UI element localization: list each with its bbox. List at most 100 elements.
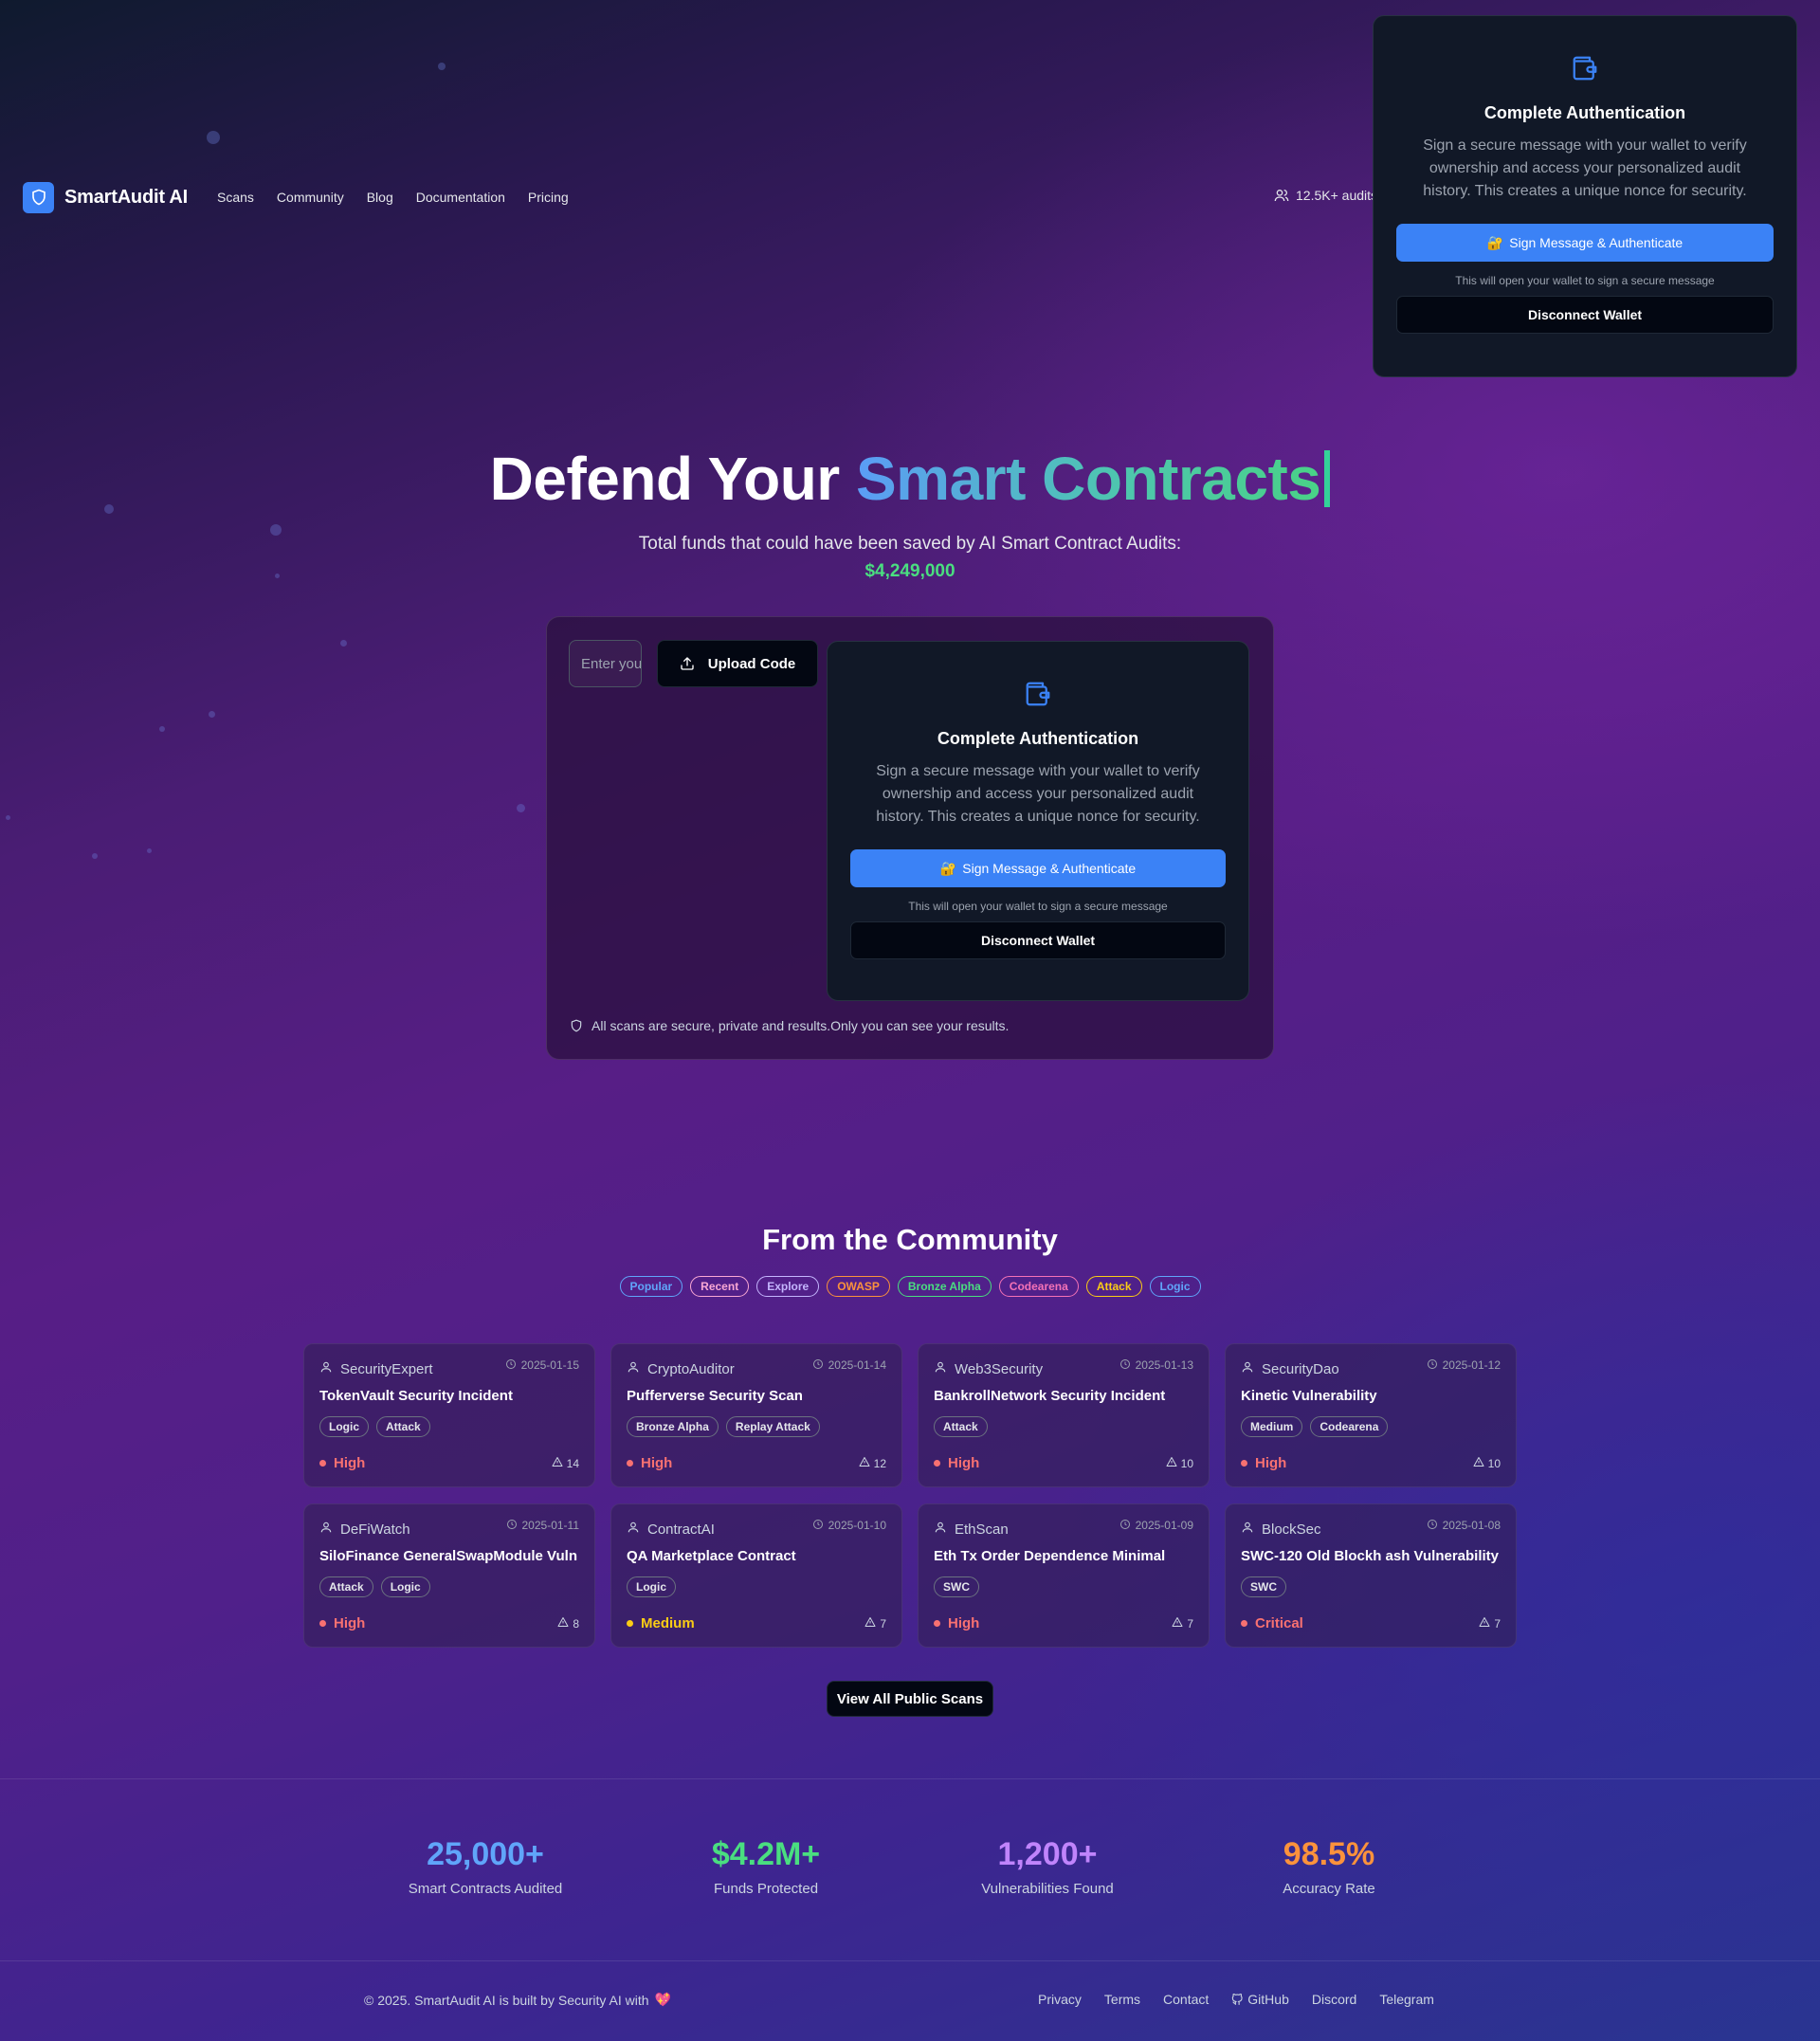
auth-description: Sign a secure message with your wallet t… — [1423, 137, 1747, 199]
card-tag[interactable]: Bronze Alpha — [627, 1416, 719, 1437]
alert-triangle-icon — [557, 1616, 569, 1631]
card-date-text: 2025-01-13 — [1135, 1358, 1193, 1372]
card-author-name: ContractAI — [647, 1521, 715, 1538]
scan-card[interactable]: CryptoAuditor 2025-01-14 Pufferverse Secur… — [610, 1343, 902, 1487]
nav-link-scans[interactable]: Scans — [217, 190, 254, 205]
upload-code-button[interactable]: Upload Code — [657, 640, 818, 687]
github-label: GitHub — [1247, 1992, 1289, 2007]
issue-count-text: 14 — [566, 1456, 579, 1470]
card-author-name: EthScan — [955, 1521, 1009, 1538]
scan-card[interactable]: EthScan 2025-01-09 Eth Tx Order Dependence… — [918, 1503, 1210, 1648]
user-icon — [319, 1360, 333, 1377]
card-tag[interactable]: Logic — [319, 1416, 369, 1437]
card-date-text: 2025-01-12 — [1442, 1358, 1501, 1372]
stat-label: Smart Contracts Audited — [408, 1881, 563, 1897]
nav-link-documentation[interactable]: Documentation — [416, 190, 505, 205]
severity-label: High — [1255, 1455, 1287, 1471]
disconnect-wallet-button[interactable]: Disconnect Wallet — [850, 921, 1226, 959]
filter-chip-owasp[interactable]: OWASP — [827, 1276, 890, 1297]
card-date-text: 2025-01-11 — [521, 1519, 580, 1532]
card-tag[interactable]: Logic — [627, 1576, 676, 1597]
card-author: DeFiWatch — [319, 1521, 410, 1538]
nav-link-pricing[interactable]: Pricing — [528, 190, 569, 205]
footer-link-privacy[interactable]: Privacy — [1038, 1992, 1082, 2007]
footer-link-github[interactable]: GitHub — [1231, 1992, 1289, 2007]
logo-icon[interactable] — [23, 181, 54, 213]
card-title: SWC-120 Old Blockh ash Vulnerability — [1241, 1548, 1500, 1564]
user-icon — [934, 1360, 947, 1377]
card-tag[interactable]: SWC — [1241, 1576, 1286, 1597]
severity-badge: Critical — [1241, 1615, 1303, 1631]
card-tags: SWC — [1241, 1576, 1501, 1597]
card-tags: Bronze Alpha Replay Attack — [627, 1416, 886, 1437]
contract-address-input[interactable]: Enter your contract address — [569, 640, 642, 687]
card-date-text: 2025-01-15 — [520, 1358, 579, 1372]
card-date: 2025-01-09 — [1119, 1519, 1193, 1533]
stat-item: $4.2M+ Funds Protected — [624, 1836, 908, 1897]
nav-link-blog[interactable]: Blog — [367, 190, 393, 205]
card-author: BlockSec — [1241, 1521, 1321, 1538]
scan-card[interactable]: SecurityDao 2025-01-12 Kinetic Vulnerabili… — [1225, 1343, 1517, 1487]
card-tag[interactable]: Logic — [380, 1576, 430, 1597]
severity-badge: High — [319, 1615, 365, 1631]
scan-card[interactable]: BlockSec 2025-01-08 SWC-120 Old Blockh ash… — [1225, 1503, 1517, 1648]
card-author-name: SecurityDao — [1262, 1360, 1339, 1377]
brand-name[interactable]: SmartAudit AI — [64, 187, 188, 209]
issue-count: 10 — [1473, 1456, 1501, 1470]
filter-chip-codearena[interactable]: Codearena — [998, 1276, 1079, 1297]
issue-count: 10 — [1166, 1456, 1193, 1470]
card-date-text: 2025-01-09 — [1135, 1519, 1193, 1532]
footer-link-telegram[interactable]: Telegram — [1379, 1992, 1434, 2007]
card-tag[interactable]: Medium — [1241, 1416, 1303, 1437]
alert-triangle-icon — [552, 1456, 563, 1470]
filter-chip-logic[interactable]: Logic — [1149, 1276, 1201, 1297]
auth-description: Sign a secure message with your wallet t… — [876, 763, 1200, 825]
issue-count-text: 7 — [880, 1616, 886, 1631]
sign-authenticate-button[interactable]: 🔐 Sign Message & Authenticate — [1396, 224, 1774, 262]
clock-icon — [1427, 1358, 1438, 1373]
card-tag[interactable]: Replay Attack — [725, 1416, 820, 1437]
card-title: TokenVault Security Incident — [319, 1388, 513, 1404]
severity-label: Medium — [641, 1615, 695, 1631]
issue-count-text: 10 — [1180, 1456, 1193, 1470]
card-date: 2025-01-13 — [1119, 1358, 1193, 1373]
view-all-scans-button[interactable]: View All Public Scans — [827, 1681, 993, 1717]
card-title: Kinetic Vulnerability — [1241, 1388, 1377, 1404]
sign-authenticate-button[interactable]: 🔐 Sign Message & Authenticate — [850, 849, 1226, 887]
filter-chip-bronze-alpha[interactable]: Bronze Alpha — [897, 1276, 992, 1297]
footer-link-terms[interactable]: Terms — [1104, 1992, 1140, 2007]
card-tag[interactable]: Codearena — [1310, 1416, 1389, 1437]
nav-link-community[interactable]: Community — [277, 190, 344, 205]
lock-icon: 🔐 — [1486, 234, 1504, 250]
scan-card[interactable]: DeFiWatch 2025-01-11 SiloFinance GeneralSw… — [303, 1503, 595, 1648]
filter-chip-popular[interactable]: Popular — [619, 1276, 683, 1297]
stat-value: 25,000+ — [427, 1836, 544, 1872]
card-tags: Logic Attack — [319, 1416, 579, 1437]
scan-card[interactable]: Web3Security 2025-01-13 BankrollNetwork Se… — [918, 1343, 1210, 1487]
card-tags: Attack — [934, 1416, 1193, 1437]
filter-chip-explore[interactable]: Explore — [756, 1276, 820, 1297]
card-date: 2025-01-08 — [1427, 1519, 1501, 1533]
card-author: ContractAI — [627, 1521, 715, 1538]
scan-card[interactable]: SecurityExpert 2025-01-15 TokenVault Secur… — [303, 1343, 595, 1487]
users-icon — [1274, 190, 1289, 202]
footer-link-contact[interactable]: Contact — [1163, 1992, 1209, 2007]
card-tag[interactable]: Attack — [934, 1416, 988, 1437]
filter-chip-attack[interactable]: Attack — [1085, 1276, 1142, 1297]
stat-value: 1,200+ — [997, 1836, 1098, 1872]
user-icon — [934, 1521, 947, 1538]
card-tag[interactable]: Attack — [376, 1416, 430, 1437]
severity-label: High — [641, 1455, 673, 1471]
filter-chip-recent[interactable]: Recent — [690, 1276, 750, 1297]
footer-link-discord[interactable]: Discord — [1312, 1992, 1356, 2007]
auth-hint: This will open your wallet to sign a sec… — [908, 900, 1168, 913]
card-author: Web3Security — [934, 1360, 1043, 1377]
scan-card[interactable]: ContractAI 2025-01-10 QA Marketplace Contr… — [610, 1503, 902, 1648]
card-tag[interactable]: SWC — [934, 1576, 979, 1597]
disconnect-wallet-button[interactable]: Disconnect Wallet — [1396, 296, 1774, 334]
clock-icon — [1119, 1519, 1131, 1533]
card-tag[interactable]: Attack — [319, 1576, 373, 1597]
severity-badge: Medium — [627, 1615, 695, 1631]
clock-icon — [1427, 1519, 1438, 1533]
severity-dot — [319, 1620, 326, 1627]
